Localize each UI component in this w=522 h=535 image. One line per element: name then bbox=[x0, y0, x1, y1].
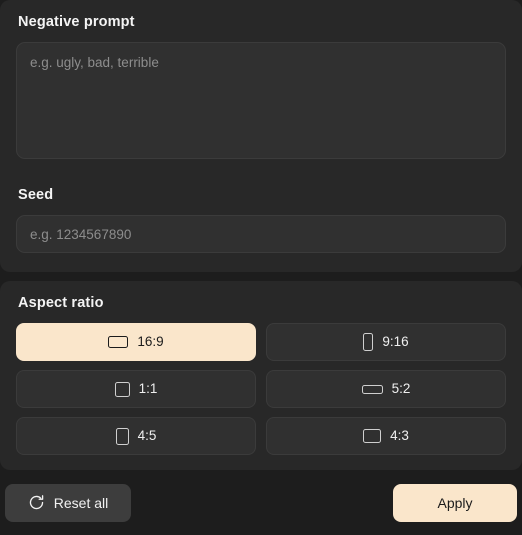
reset-all-label: Reset all bbox=[53, 494, 109, 511]
seed-label: Seed bbox=[18, 187, 54, 203]
rectangle-portrait-tall-icon bbox=[363, 333, 374, 351]
seed-input[interactable] bbox=[16, 215, 506, 253]
apply-button[interactable]: Apply bbox=[393, 483, 517, 522]
aspect-ratio-option-label: 5:2 bbox=[391, 381, 411, 397]
seed-field-group: Seed bbox=[16, 186, 506, 253]
settings-panel: Negative prompt Seed Aspect ratio 16:9 9… bbox=[0, 0, 522, 535]
aspect-ratio-option-5-2[interactable]: 5:2 bbox=[266, 370, 506, 408]
negative-prompt-label: Negative prompt bbox=[18, 14, 135, 30]
aspect-ratio-option-4-3[interactable]: 4:3 bbox=[266, 417, 506, 455]
aspect-ratio-option-label: 4:3 bbox=[390, 428, 409, 444]
aspect-ratio-option-label: 4:5 bbox=[137, 428, 157, 444]
panel-footer: Reset all Apply bbox=[0, 470, 522, 535]
aspect-ratio-label: Aspect ratio bbox=[18, 295, 104, 311]
aspect-ratio-option-1-1[interactable]: 1:1 bbox=[16, 370, 256, 408]
refresh-icon bbox=[29, 495, 44, 510]
aspect-ratio-option-4-5[interactable]: 4:5 bbox=[16, 417, 256, 455]
aspect-ratio-option-16-9[interactable]: 16:9 bbox=[16, 323, 256, 361]
negative-prompt-input[interactable] bbox=[16, 42, 506, 159]
aspect-ratio-option-label: 16:9 bbox=[137, 334, 164, 350]
rectangle-landscape-wide-icon bbox=[108, 336, 129, 348]
prompt-settings-panel: Negative prompt Seed bbox=[0, 0, 522, 272]
rectangle-landscape-icon bbox=[363, 429, 382, 443]
rectangle-portrait-icon bbox=[115, 427, 129, 445]
square-icon bbox=[114, 381, 130, 397]
aspect-ratio-option-9-16[interactable]: 9:16 bbox=[266, 323, 506, 361]
aspect-ratio-panel: Aspect ratio 16:9 9:16 1:1 5:2 4:5 4:3 bbox=[0, 281, 522, 470]
rectangle-landscape-ultrawide-icon bbox=[361, 384, 383, 394]
aspect-ratio-options: 16:9 9:16 1:1 5:2 4:5 4:3 bbox=[16, 323, 506, 455]
aspect-ratio-option-label: 1:1 bbox=[138, 381, 158, 397]
aspect-ratio-option-label: 9:16 bbox=[382, 334, 409, 350]
reset-all-button[interactable]: Reset all bbox=[5, 483, 131, 522]
